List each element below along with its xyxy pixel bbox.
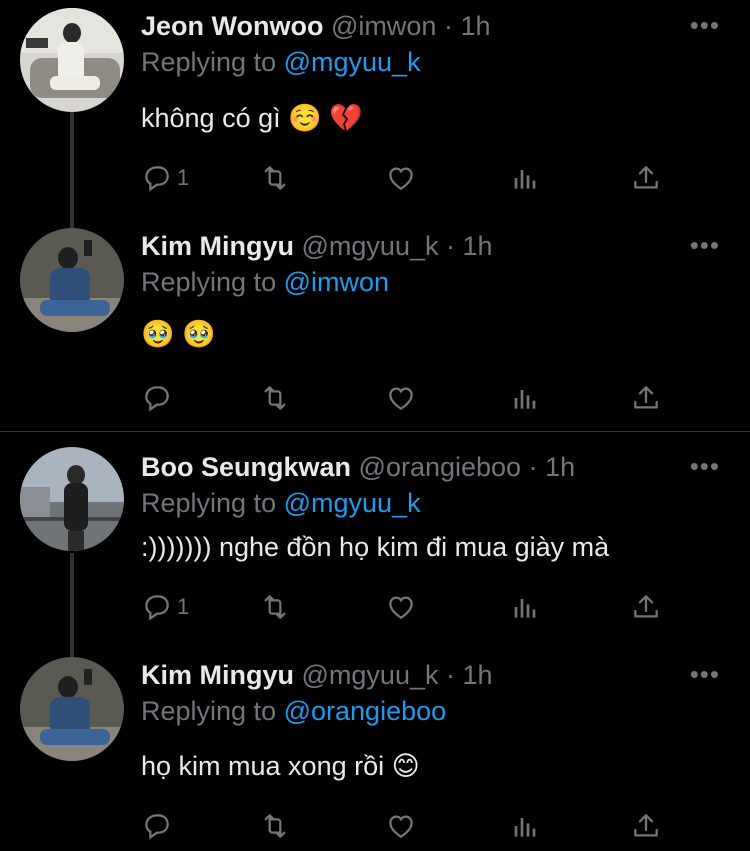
like-button[interactable]	[385, 589, 417, 625]
divider	[0, 431, 750, 432]
replying-to: Replying to @mgyuu_k	[141, 46, 421, 78]
timestamp[interactable]: · 1h	[444, 11, 491, 41]
author-name[interactable]: Kim Mingyu	[141, 231, 294, 261]
avatar[interactable]	[20, 8, 124, 112]
tweet-text: không có gì ☺️ 💔	[141, 103, 363, 133]
replying-to: Replying to @mgyuu_k	[141, 487, 421, 519]
reply-count: 1	[177, 594, 190, 619]
views-button[interactable]	[508, 160, 540, 196]
more-options-icon[interactable]: •••	[690, 453, 720, 479]
tweet-header: Jeon Wonwoo @imwon · 1h	[141, 10, 491, 42]
author-name[interactable]: Boo Seungkwan	[141, 452, 351, 482]
replying-to: Replying to @imwon	[141, 266, 389, 298]
more-options-icon[interactable]: •••	[690, 12, 720, 38]
reply-icon	[141, 382, 173, 414]
retweet-icon	[259, 162, 291, 194]
author-handle[interactable]: @imwon	[331, 11, 436, 41]
share-button[interactable]	[630, 380, 662, 416]
views-button[interactable]	[508, 380, 540, 416]
heart-icon	[385, 382, 417, 414]
replying-to-mention[interactable]: @mgyuu_k	[284, 47, 421, 77]
views-button[interactable]	[508, 808, 540, 844]
retweet-button[interactable]	[259, 589, 291, 625]
timestamp[interactable]: · 1h	[446, 231, 493, 261]
heart-icon	[385, 591, 417, 623]
author-name[interactable]: Jeon Wonwoo	[141, 11, 324, 41]
tweet-actions: 1	[141, 579, 681, 635]
tweet-text: :))))))) nghe đồn họ kim đi mua giày mà	[141, 532, 610, 562]
heart-icon	[385, 162, 417, 194]
timestamp[interactable]: · 1h	[529, 452, 576, 482]
author-handle[interactable]: @mgyuu_k	[302, 231, 439, 261]
tweet-actions	[141, 370, 681, 426]
retweet-icon	[259, 810, 291, 842]
like-button[interactable]	[385, 808, 417, 844]
reply-count: 1	[177, 165, 190, 190]
like-button[interactable]	[385, 160, 417, 196]
replying-to-mention[interactable]: @mgyuu_k	[284, 488, 421, 518]
tweet-header: Boo Seungkwan @orangieboo · 1h	[141, 451, 575, 483]
tweet-header: Kim Mingyu @mgyuu_k · 1h	[141, 230, 493, 262]
share-icon	[630, 591, 662, 623]
retweet-button[interactable]	[259, 808, 291, 844]
replying-to: Replying to @orangieboo	[141, 695, 446, 727]
tweet-text: 🥹 🥹	[141, 319, 216, 349]
more-options-icon[interactable]: •••	[690, 232, 720, 258]
bar-chart-icon	[508, 810, 540, 842]
like-button[interactable]	[385, 380, 417, 416]
heart-icon	[385, 810, 417, 842]
tweet[interactable]: Kim Mingyu @mgyuu_k · 1h ••• Replying to…	[0, 220, 750, 430]
reply-icon	[141, 591, 173, 623]
replying-to-mention[interactable]: @orangieboo	[284, 696, 447, 726]
views-button[interactable]	[508, 589, 540, 625]
avatar[interactable]	[20, 447, 124, 551]
reply-button[interactable]	[141, 808, 177, 844]
reply-button[interactable]: 1	[141, 589, 189, 625]
reply-button[interactable]: 1	[141, 160, 189, 196]
share-button[interactable]	[630, 589, 662, 625]
reply-icon	[141, 162, 173, 194]
avatar[interactable]	[20, 228, 124, 332]
tweet[interactable]: Kim Mingyu @mgyuu_k · 1h ••• Replying to…	[0, 651, 750, 851]
replying-to-label: Replying to	[141, 267, 277, 297]
retweet-icon	[259, 591, 291, 623]
share-button[interactable]	[630, 160, 662, 196]
author-name[interactable]: Kim Mingyu	[141, 660, 294, 690]
replying-to-mention[interactable]: @imwon	[284, 267, 389, 297]
avatar[interactable]	[20, 657, 124, 761]
share-button[interactable]	[630, 808, 662, 844]
author-handle[interactable]: @mgyuu_k	[302, 660, 439, 690]
replying-to-label: Replying to	[141, 488, 277, 518]
replying-to-label: Replying to	[141, 47, 277, 77]
bar-chart-icon	[508, 382, 540, 414]
tweet-header: Kim Mingyu @mgyuu_k · 1h	[141, 659, 493, 691]
share-icon	[630, 382, 662, 414]
reply-icon	[141, 810, 173, 842]
tweet-actions	[141, 798, 681, 851]
author-handle[interactable]: @orangieboo	[359, 452, 522, 482]
share-icon	[630, 162, 662, 194]
reply-button[interactable]	[141, 380, 177, 416]
tweet[interactable]: Jeon Wonwoo @imwon · 1h ••• Replying to …	[0, 0, 750, 220]
bar-chart-icon	[508, 162, 540, 194]
tweet-actions: 1	[141, 150, 681, 206]
timestamp[interactable]: · 1h	[446, 660, 493, 690]
replying-to-label: Replying to	[141, 696, 277, 726]
retweet-button[interactable]	[259, 380, 291, 416]
tweet[interactable]: Boo Seungkwan @orangieboo · 1h ••• Reply…	[0, 441, 750, 651]
share-icon	[630, 810, 662, 842]
tweet-text: họ kim mua xong rồi 😊	[141, 751, 420, 781]
bar-chart-icon	[508, 591, 540, 623]
retweet-button[interactable]	[259, 160, 291, 196]
more-options-icon[interactable]: •••	[690, 661, 720, 687]
retweet-icon	[259, 382, 291, 414]
